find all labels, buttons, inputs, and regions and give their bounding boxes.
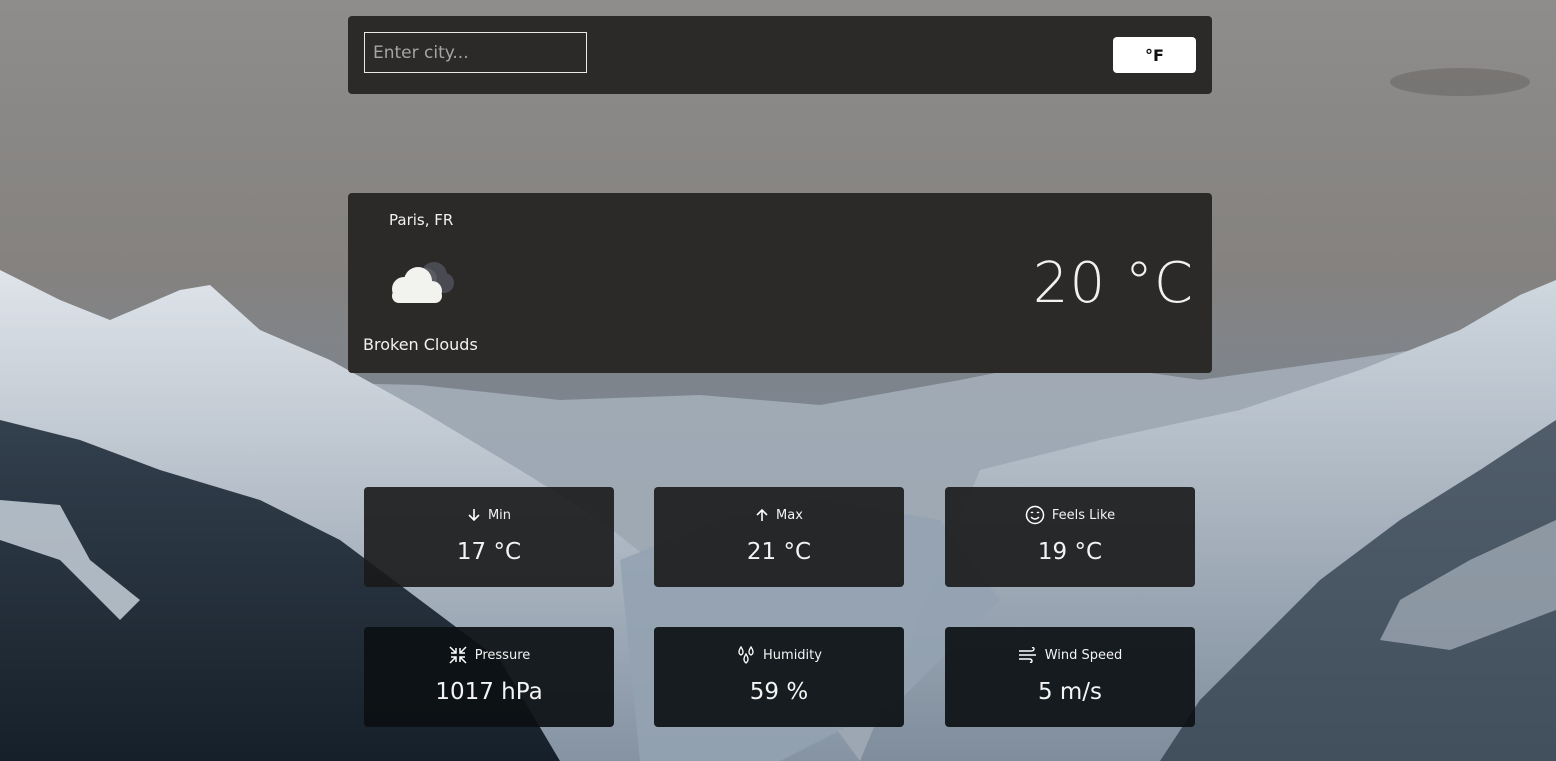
max-temp-card: Max 21 °C bbox=[654, 487, 904, 587]
card-label: Wind Speed bbox=[1044, 647, 1123, 663]
weather-condition: Broken Clouds bbox=[363, 335, 478, 354]
current-weather-panel: Paris, FR Broken Clouds 20 °C bbox=[348, 193, 1212, 373]
broken-clouds-icon bbox=[382, 255, 462, 311]
card-value: 1017 hPa bbox=[435, 679, 543, 705]
location-label: Paris, FR bbox=[389, 211, 454, 229]
water-drops-icon bbox=[736, 645, 756, 665]
pressure-card: Pressure 1017 hPa bbox=[364, 627, 614, 727]
min-temp-card: Min 17 °C bbox=[364, 487, 614, 587]
card-value: 5 m/s bbox=[1037, 679, 1103, 705]
wind-icon bbox=[1018, 647, 1038, 663]
city-search-input[interactable] bbox=[364, 32, 587, 73]
current-temperature: 20 °C bbox=[1032, 251, 1194, 316]
unit-toggle-button[interactable]: °F bbox=[1113, 37, 1196, 73]
humidity-card: Humidity 59 % bbox=[654, 627, 904, 727]
feels-like-card: Feels Like 19 °C bbox=[945, 487, 1195, 587]
arrow-down-icon bbox=[467, 508, 481, 522]
smiley-icon bbox=[1025, 505, 1045, 525]
wind-speed-card: Wind Speed 5 m/s bbox=[945, 627, 1195, 727]
card-value: 17 °C bbox=[456, 539, 522, 565]
card-label: Feels Like bbox=[1051, 507, 1116, 523]
arrow-up-icon bbox=[755, 508, 769, 522]
card-label: Pressure bbox=[474, 647, 531, 663]
card-value: 19 °C bbox=[1037, 539, 1103, 565]
card-label: Min bbox=[487, 507, 512, 523]
compress-arrows-icon bbox=[448, 645, 468, 665]
search-bar: °F bbox=[348, 16, 1212, 94]
card-label: Humidity bbox=[763, 647, 822, 663]
card-label: Max bbox=[776, 507, 803, 523]
card-value: 59 % bbox=[749, 679, 809, 705]
card-value: 21 °C bbox=[746, 539, 812, 565]
